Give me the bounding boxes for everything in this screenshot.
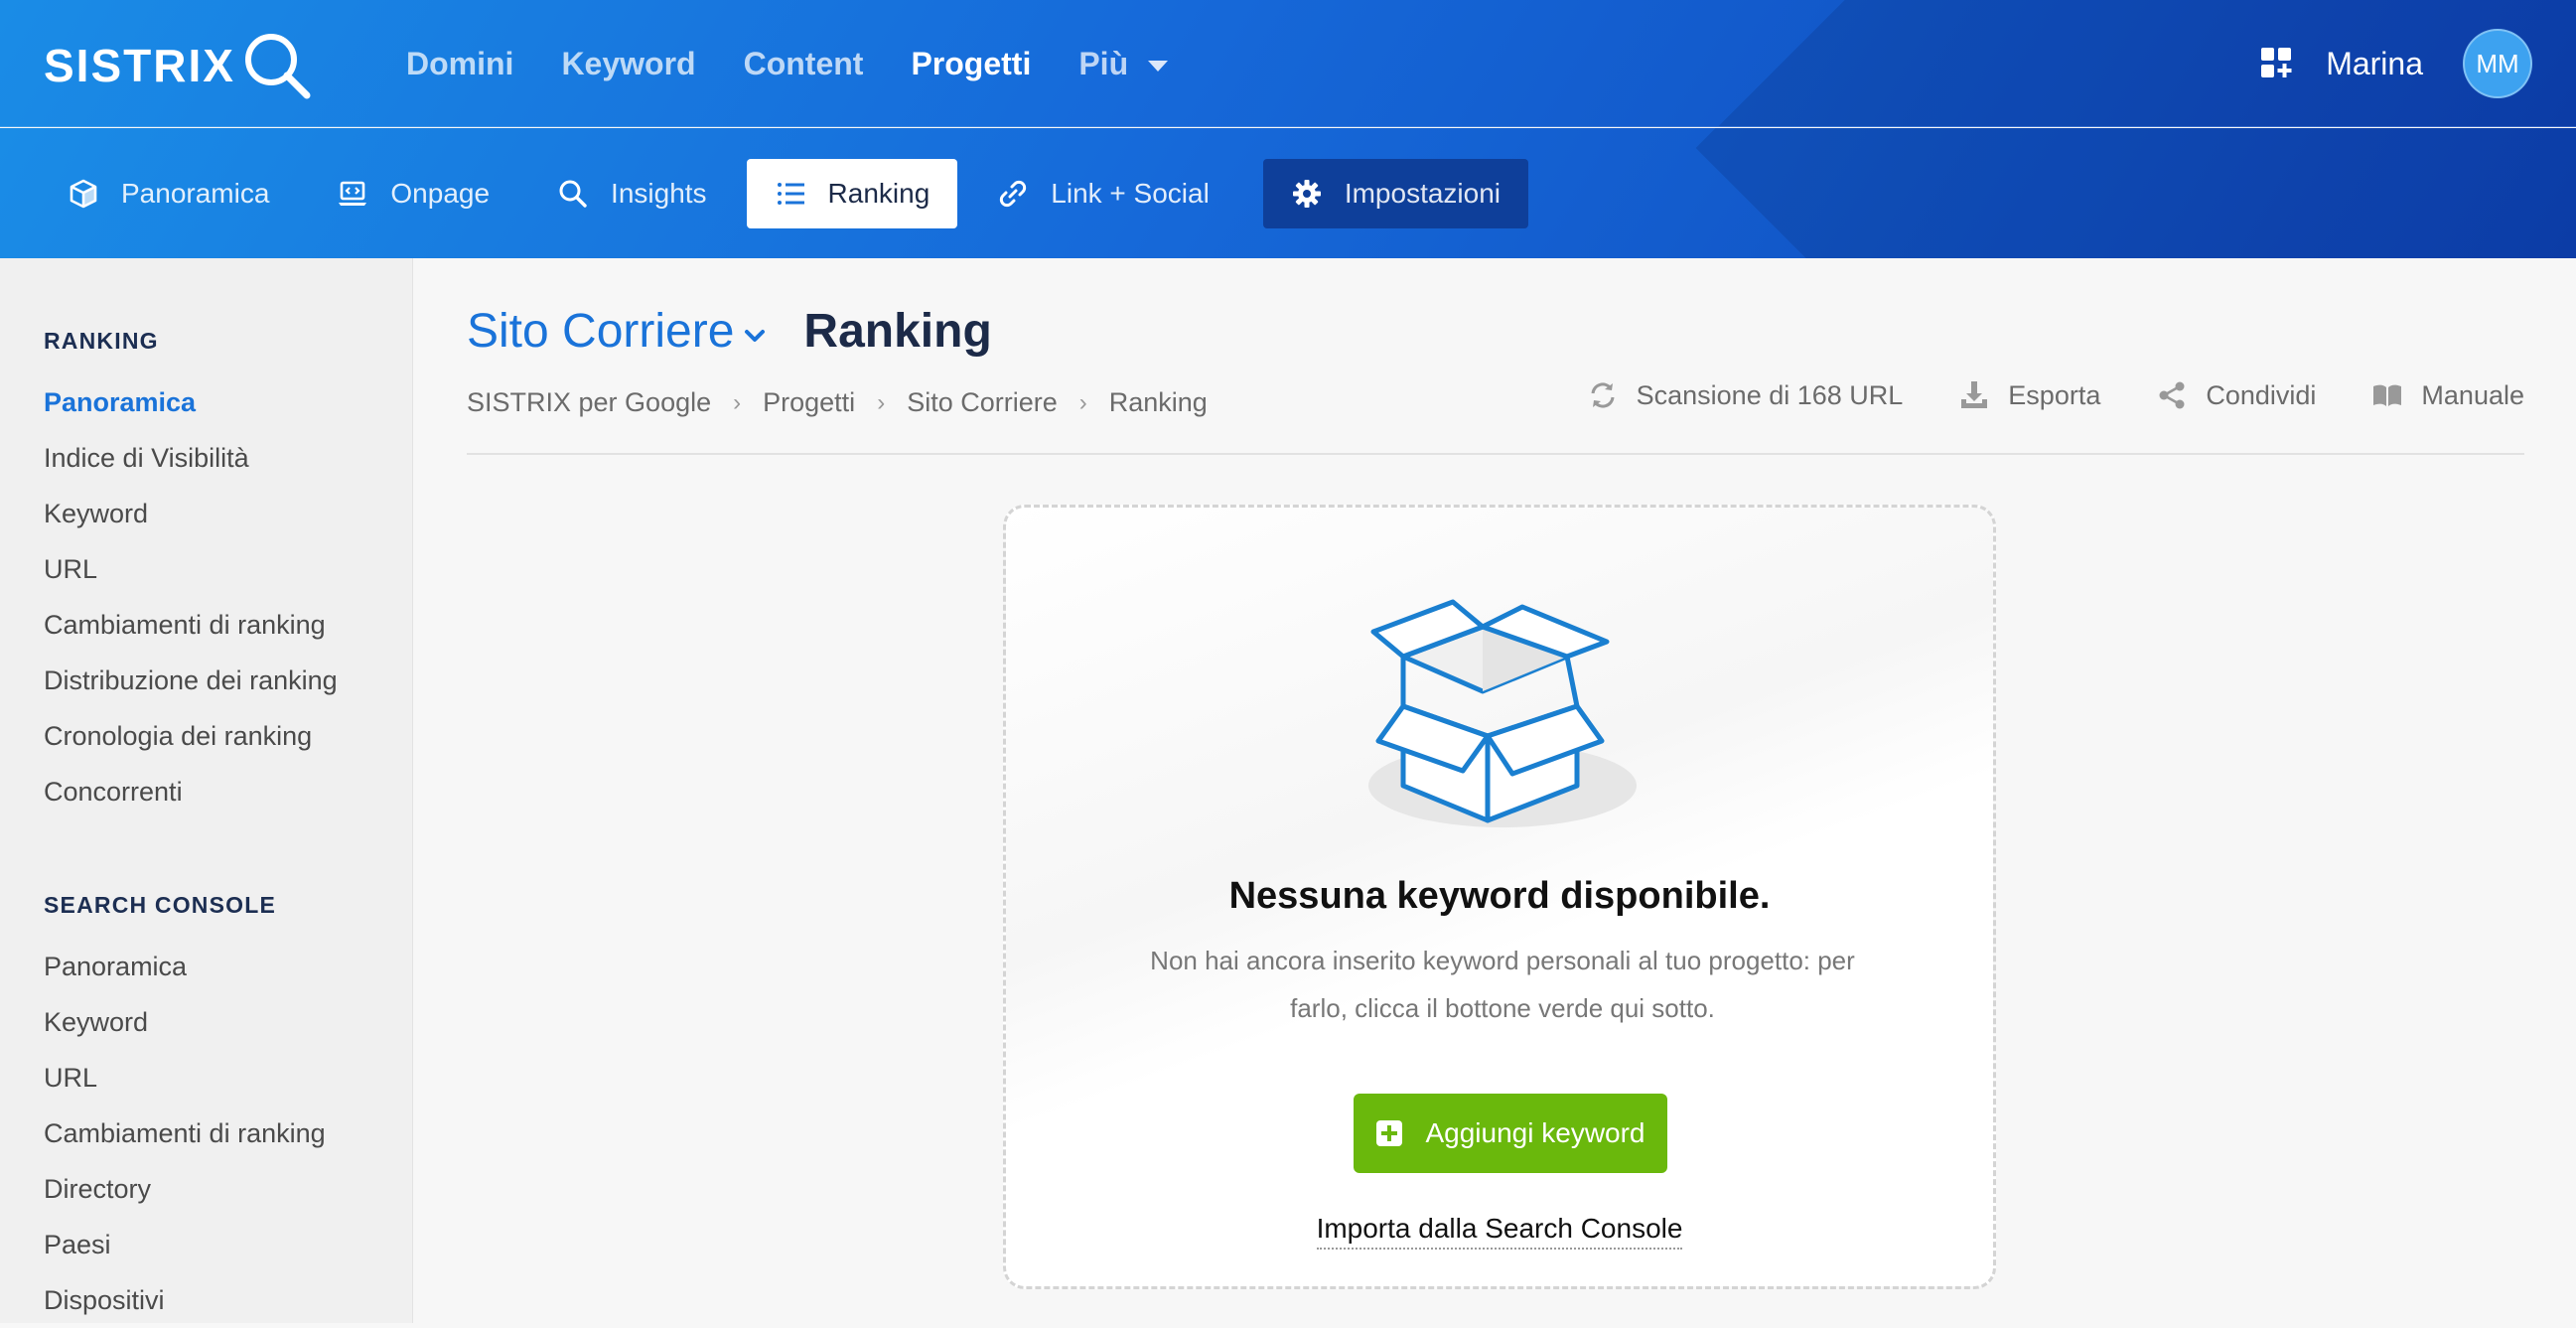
breadcrumb-item[interactable]: Sito Corriere xyxy=(907,387,1058,418)
share-label: Condividi xyxy=(2206,379,2317,410)
tab-panoramica[interactable]: Panoramica xyxy=(40,159,297,228)
header-actions: Scansione di 168 URL Esporta Condividi M… xyxy=(1587,379,2524,411)
avatar[interactable]: MM xyxy=(2463,29,2532,98)
logo-text: SISTRIX xyxy=(44,40,235,91)
breadcrumb-separator: › xyxy=(877,388,886,416)
sidebar-section-ranking: RANKING Panoramica Indice di Visibilità … xyxy=(44,328,338,819)
link-icon xyxy=(1000,180,1027,208)
sidebar-item-keyword[interactable]: Keyword xyxy=(44,486,338,541)
breadcrumb-item[interactable]: Progetti xyxy=(763,387,855,418)
user-area: Marina MM xyxy=(2260,26,2532,101)
open-box-icon xyxy=(1368,599,1637,827)
title-row: Sito Corriere Ranking xyxy=(467,304,992,359)
add-keyword-label: Aggiungi keyword xyxy=(1425,1117,1646,1148)
list-icon xyxy=(777,183,804,205)
tab-link-social[interactable]: Link + Social xyxy=(969,159,1237,228)
project-sub-bar: Panoramica Onpage Insights Ranking Link … xyxy=(0,128,2576,258)
project-tabs: Panoramica Onpage Insights Ranking Link … xyxy=(40,159,1529,228)
sidebar-heading-ranking: RANKING xyxy=(44,328,159,354)
header-divider xyxy=(467,453,2524,455)
add-keyword-button[interactable]: Aggiungi keyword xyxy=(1354,1094,1667,1173)
nav-piu-dropdown[interactable]: Più xyxy=(1055,46,1192,82)
chevron-down-icon xyxy=(745,329,766,342)
sidebar-item-sc-panoramica[interactable]: Panoramica xyxy=(44,939,326,994)
empty-state-description: Non hai ancora inserito keyword personal… xyxy=(1105,937,1900,1032)
nav-domini-label: Domini xyxy=(406,45,514,81)
page-title: Ranking xyxy=(803,305,992,358)
sistrix-logo[interactable]: SISTRIX xyxy=(44,30,315,101)
sidebar-item-cronologia-ranking[interactable]: Cronologia dei ranking xyxy=(44,708,338,764)
cube-icon xyxy=(70,179,97,209)
import-search-console-link-wrap: Importa dalla Search Console xyxy=(1006,1213,1993,1250)
nav-domini[interactable]: Domini xyxy=(382,46,537,82)
nav-content-label: Content xyxy=(743,45,864,81)
sidebar-heading-search-console: SEARCH CONSOLE xyxy=(44,892,277,918)
breadcrumb: SISTRIX per Google › Progetti › Sito Cor… xyxy=(467,387,1208,418)
sidebar-item-sc-paesi[interactable]: Paesi xyxy=(44,1217,326,1272)
search-icon xyxy=(559,180,587,208)
breadcrumb-item[interactable]: SISTRIX per Google xyxy=(467,387,711,418)
apps-grid-icon[interactable] xyxy=(2260,47,2294,80)
import-search-console-link[interactable]: Importa dalla Search Console xyxy=(1316,1213,1683,1250)
nav-progetti[interactable]: Progetti xyxy=(887,46,1055,82)
tab-ranking-label: Ranking xyxy=(827,178,930,209)
sidebar-item-url[interactable]: URL xyxy=(44,541,338,597)
scan-button[interactable]: Scansione di 168 URL xyxy=(1587,379,1904,411)
manual-label: Manuale xyxy=(2421,379,2524,410)
main-content: Sito Corriere Ranking SISTRIX per Google… xyxy=(413,258,2576,1323)
tab-impostazioni-label: Impostazioni xyxy=(1344,178,1502,209)
breadcrumb-separator: › xyxy=(1078,388,1087,416)
nav-keyword-label: Keyword xyxy=(561,45,696,81)
sidebar-item-sc-cambiamenti-ranking[interactable]: Cambiamenti di ranking xyxy=(44,1106,326,1161)
magnifier-logo-icon xyxy=(244,34,311,99)
sidebar-item-sc-url[interactable]: URL xyxy=(44,1050,326,1106)
refresh-icon xyxy=(1591,382,1615,408)
book-icon xyxy=(2373,384,2402,406)
share-button[interactable]: Condividi xyxy=(2156,379,2316,411)
laptop-code-icon xyxy=(339,181,367,206)
main-nav: Domini Keyword Content Progetti Più xyxy=(382,0,1192,126)
nav-content[interactable]: Content xyxy=(720,46,888,82)
plus-square-icon xyxy=(1376,1120,1403,1146)
sidebar-item-panoramica[interactable]: Panoramica xyxy=(44,374,338,430)
tab-insights-label: Insights xyxy=(611,178,707,209)
sidebar-item-indice-visibilita[interactable]: Indice di Visibilità xyxy=(44,430,338,486)
export-button[interactable]: Esporta xyxy=(1958,379,2100,411)
empty-state-title: Nessuna keyword disponibile. xyxy=(1228,875,1771,917)
tab-link-social-label: Link + Social xyxy=(1051,178,1210,209)
sidebar-item-sc-keyword[interactable]: Keyword xyxy=(44,994,326,1050)
empty-state-description-line: Non hai ancora inserito keyword personal… xyxy=(1150,946,1855,975)
gear-icon xyxy=(1292,180,1321,208)
tab-onpage[interactable]: Onpage xyxy=(309,159,517,228)
project-name: Sito Corriere xyxy=(467,305,735,358)
user-name[interactable]: Marina xyxy=(2326,46,2423,82)
breadcrumb-separator: › xyxy=(733,388,742,416)
tab-insights[interactable]: Insights xyxy=(529,159,735,228)
tab-panoramica-label: Panoramica xyxy=(121,178,270,209)
scan-label: Scansione di 168 URL xyxy=(1636,379,1904,410)
sidebar-item-sc-dispositivi[interactable]: Dispositivi xyxy=(44,1272,326,1328)
nav-piu-label: Più xyxy=(1078,45,1129,81)
empty-state-card: Nessuna keyword disponibile. Non hai anc… xyxy=(1003,505,1996,1289)
export-label: Esporta xyxy=(2008,379,2101,410)
sidebar-item-cambiamenti-ranking[interactable]: Cambiamenti di ranking xyxy=(44,597,338,653)
tab-onpage-label: Onpage xyxy=(390,178,491,209)
sidebar-section-search-console: SEARCH CONSOLE Panoramica Keyword URL Ca… xyxy=(44,892,326,1328)
sidebar: RANKING Panoramica Indice di Visibilità … xyxy=(0,258,413,1323)
download-icon xyxy=(1961,381,1988,408)
top-bar: SISTRIX Domini Keyword Content Progetti … xyxy=(0,0,2576,127)
caret-down-icon xyxy=(1148,60,1169,72)
project-switcher[interactable]: Sito Corriere xyxy=(467,304,768,359)
sidebar-item-concorrenti[interactable]: Concorrenti xyxy=(44,764,338,819)
tab-impostazioni[interactable]: Impostazioni xyxy=(1262,159,1529,228)
share-icon xyxy=(2159,381,2185,409)
sidebar-item-sc-directory[interactable]: Directory xyxy=(44,1161,326,1217)
nav-keyword[interactable]: Keyword xyxy=(537,46,719,82)
tab-ranking[interactable]: Ranking xyxy=(746,159,958,228)
breadcrumb-item-current: Ranking xyxy=(1108,387,1208,417)
manual-button[interactable]: Manuale xyxy=(2371,379,2524,411)
nav-progetti-label: Progetti xyxy=(911,45,1032,81)
sidebar-item-distribuzione-ranking[interactable]: Distribuzione dei ranking xyxy=(44,653,338,708)
empty-state-description-line: farlo, clicca il bottone verde qui sotto… xyxy=(1290,993,1715,1023)
